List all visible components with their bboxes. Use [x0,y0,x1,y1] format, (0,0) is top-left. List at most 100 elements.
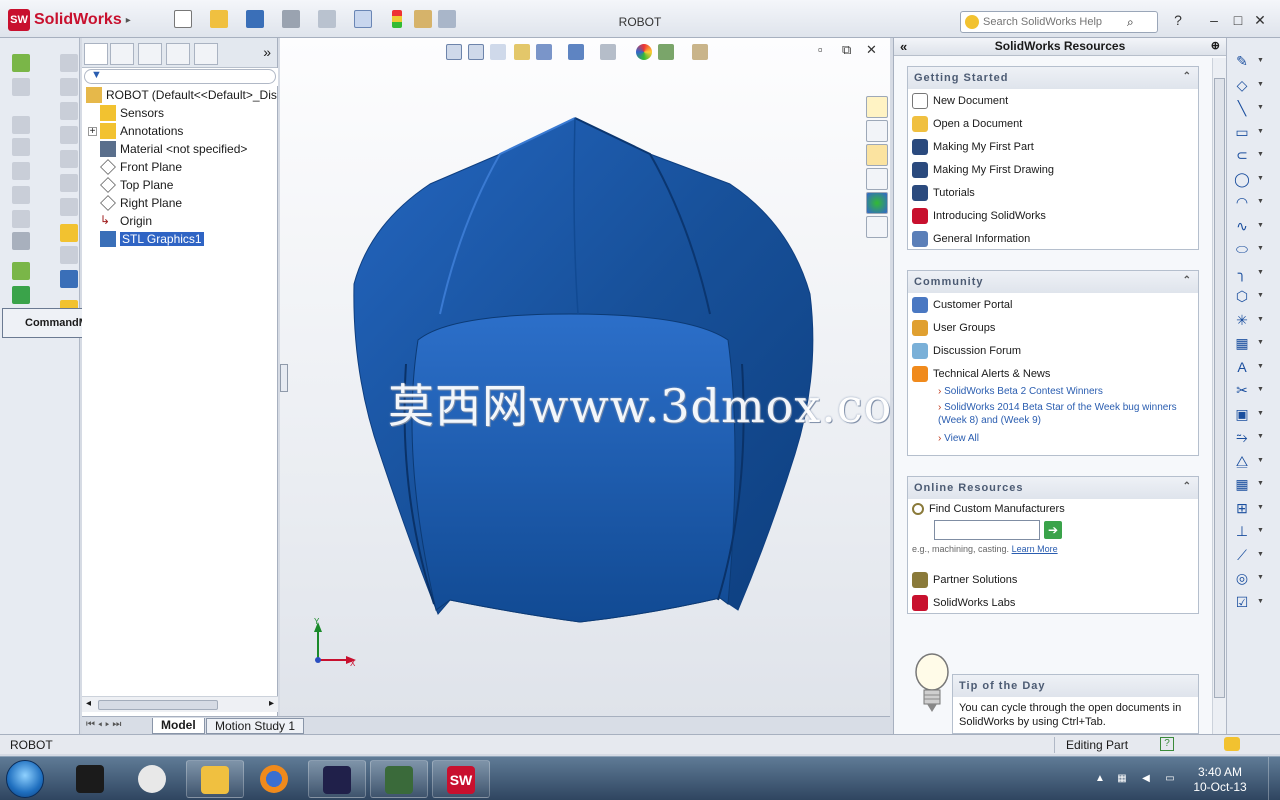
zoom-area-icon[interactable] [468,44,484,60]
convert-entities-icon[interactable]: ▣ [1233,405,1251,423]
design-library-tab[interactable] [866,120,888,142]
help-search-box[interactable]: ⌕ [960,11,1158,33]
circle-icon[interactable]: ◯ [1233,170,1251,188]
resources-scrollbar[interactable] [1212,58,1226,734]
cut-icon[interactable] [60,78,78,96]
horizontal-scrollbar[interactable]: ◂ ▸ [82,696,278,712]
tree-item[interactable]: Material <not specified> [100,140,247,158]
display-manager-tab[interactable] [194,43,218,65]
hole-icon[interactable] [12,210,30,228]
extruded-boss-icon[interactable] [12,54,30,72]
taskbar-app-monitor[interactable] [370,760,428,798]
chevron-down-icon[interactable]: ▼ [1257,81,1264,88]
graphics-area[interactable]: ▫ ⧉ ✕ 莫西网www.3dmox.com Y X [280,38,936,716]
chevron-down-icon[interactable]: ▼ [1257,457,1264,464]
chevron-down-icon[interactable]: ▼ [1257,480,1264,487]
rectangle-icon[interactable]: ▭ [1233,123,1251,141]
chevron-down-icon[interactable]: ▼ [1257,104,1264,111]
scroll-left-icon[interactable]: ◂ [86,698,91,709]
polygon-icon[interactable]: ⬡ [1233,287,1251,305]
reference-geometry-icon[interactable] [12,262,30,280]
scroll-right-icon[interactable]: ▸ [269,698,274,709]
resource-link[interactable]: User Groups [908,316,1198,339]
curves-icon[interactable] [12,286,30,304]
chevron-down-icon[interactable]: ▼ [1257,222,1264,229]
view-orientation-icon[interactable] [536,44,552,60]
previous-view-icon[interactable] [490,44,506,60]
rib-icon[interactable] [60,150,78,168]
file-explorer-tab[interactable] [866,144,888,166]
taskbar-app-3ds[interactable] [62,760,120,798]
resource-link[interactable]: New Document [908,89,1198,112]
chevron-down-icon[interactable]: ▼ [1257,410,1264,417]
manufacturer-search-input[interactable] [934,520,1040,540]
file-properties-icon[interactable] [414,10,432,28]
resource-link[interactable]: Discussion Forum [908,339,1198,362]
resource-link[interactable]: Technical Alerts & News [908,362,1198,385]
resource-link[interactable]: Open a Document [908,112,1198,135]
sketch-icon[interactable]: ✎ [1233,52,1251,70]
minimize-icon[interactable]: – [1206,12,1222,28]
ellipse-icon[interactable]: ⬭ [1233,240,1251,258]
shell-icon[interactable] [12,162,30,180]
fillet-sketch-icon[interactable]: ╮ [1233,264,1251,282]
wrap-icon[interactable] [60,174,78,192]
select-cursor-icon[interactable] [354,10,372,28]
tree-item[interactable]: ROBOT (Default<<Default>_Dis [86,86,277,104]
online-resources-header[interactable]: Online Resources ⌃ [908,477,1198,499]
chevron-down-icon[interactable]: ▼ [1257,386,1264,393]
status-tag-icon[interactable] [1224,737,1240,751]
tree-item[interactable]: STL Graphics1 [100,230,204,248]
draft-icon[interactable] [12,186,30,204]
sketch-icon[interactable] [60,224,78,242]
getting-started-header[interactable]: Getting Started ⌃ [908,67,1198,89]
collapse-section-icon[interactable]: ⌃ [1183,275,1192,286]
restore-icon[interactable]: □ [1230,12,1246,28]
status-help-icon[interactable]: ? [1160,737,1174,751]
resource-link[interactable]: Introducing SolidWorks [908,204,1198,227]
taskbar-app-snipping[interactable] [124,760,182,798]
tree-item[interactable]: + Annotations [88,122,183,140]
loft-icon[interactable] [60,102,78,120]
relations-icon[interactable]: ⊥ [1233,522,1251,540]
chevron-down-icon[interactable]: ▼ [1257,292,1264,299]
scroll-thumb[interactable] [98,700,218,710]
rebuild-icon[interactable] [392,10,402,28]
chevron-down-icon[interactable]: ▼ [1257,574,1264,581]
slot-icon[interactable]: ⊂ [1233,146,1251,164]
appearances-tab[interactable] [866,192,888,214]
viewport-minimize-icon[interactable]: ▫ [818,42,823,57]
show-hidden-icons[interactable]: ▲ [1094,773,1106,785]
go-arrow-icon[interactable]: ➔ [1044,521,1062,539]
trim-icon[interactable]: ✂ [1233,381,1251,399]
chevron-down-icon[interactable]: ▼ [1257,245,1264,252]
scroll-thumb[interactable] [1214,78,1225,698]
edit-appearance-icon[interactable] [636,44,652,60]
linear-pattern-icon[interactable] [12,232,30,250]
chevron-down-icon[interactable]: ▼ [1257,527,1264,534]
line-icon[interactable]: ╲ [1233,99,1251,117]
help-icon[interactable]: ? [1170,12,1186,28]
view-settings-icon[interactable] [692,44,708,60]
undo-icon[interactable] [318,10,336,28]
view-palette-tab[interactable] [866,168,888,190]
solidworks-logo[interactable]: SW SolidWorks ▸ [8,8,131,32]
property-manager-tab[interactable] [110,43,134,65]
centerline-icon[interactable]: ▦ [1233,334,1251,352]
taskbar-app-firefox[interactable] [246,760,304,798]
chevron-down-icon[interactable]: ▼ [1257,433,1264,440]
start-button[interactable] [6,760,44,798]
collapse-section-icon[interactable]: ⌃ [1183,71,1192,82]
resource-link[interactable]: General Information [908,227,1198,250]
volume-tray-icon[interactable]: ◀ [1140,773,1152,785]
chevron-down-icon[interactable]: ▼ [1257,363,1264,370]
hide-show-items-icon[interactable] [600,44,616,60]
pin-icon[interactable]: ⊕ [1211,38,1220,55]
collapse-section-icon[interactable]: ⌃ [1183,481,1192,492]
view-all-link[interactable]: View All [908,433,1198,444]
resource-link[interactable]: SolidWorks Labs [908,591,1198,614]
chamfer-icon[interactable] [60,126,78,144]
tree-item[interactable]: ↳ Origin [100,212,152,230]
chevron-down-icon[interactable]: ▼ [1257,57,1264,64]
pattern-icon[interactable]: ▦ [1233,475,1251,493]
